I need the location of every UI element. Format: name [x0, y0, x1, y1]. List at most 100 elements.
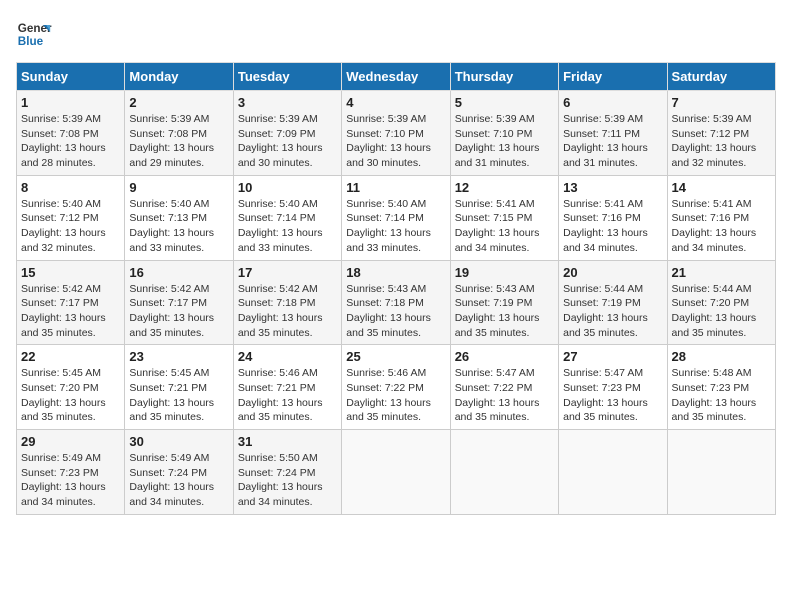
calendar-cell — [342, 430, 450, 515]
day-info: Sunrise: 5:48 AM Sunset: 7:23 PM Dayligh… — [672, 366, 771, 425]
daylight-hours: Daylight: 13 hours and 35 minutes. — [238, 312, 323, 339]
day-number: 11 — [346, 180, 445, 195]
calendar-cell: 30 Sunrise: 5:49 AM Sunset: 7:24 PM Dayl… — [125, 430, 233, 515]
sunset-time: Sunset: 7:11 PM — [563, 128, 640, 140]
sunset-time: Sunset: 7:12 PM — [672, 128, 750, 140]
calendar-cell: 24 Sunrise: 5:46 AM Sunset: 7:21 PM Dayl… — [233, 345, 341, 430]
sunrise-time: Sunrise: 5:41 AM — [672, 198, 752, 210]
sunrise-time: Sunrise: 5:39 AM — [21, 113, 101, 125]
sunset-time: Sunset: 7:15 PM — [455, 212, 533, 224]
sunrise-time: Sunrise: 5:47 AM — [455, 367, 535, 379]
sunset-time: Sunset: 7:13 PM — [129, 212, 207, 224]
day-info: Sunrise: 5:39 AM Sunset: 7:09 PM Dayligh… — [238, 112, 337, 171]
sunrise-time: Sunrise: 5:45 AM — [21, 367, 101, 379]
day-info: Sunrise: 5:41 AM Sunset: 7:16 PM Dayligh… — [563, 197, 662, 256]
sunrise-time: Sunrise: 5:39 AM — [129, 113, 209, 125]
daylight-hours: Daylight: 13 hours and 35 minutes. — [563, 397, 648, 424]
day-number: 28 — [672, 349, 771, 364]
day-info: Sunrise: 5:44 AM Sunset: 7:19 PM Dayligh… — [563, 282, 662, 341]
sunset-time: Sunset: 7:10 PM — [346, 128, 424, 140]
sunrise-time: Sunrise: 5:42 AM — [129, 283, 209, 295]
calendar-cell — [450, 430, 558, 515]
day-info: Sunrise: 5:42 AM Sunset: 7:17 PM Dayligh… — [129, 282, 228, 341]
sunrise-time: Sunrise: 5:43 AM — [455, 283, 535, 295]
daylight-hours: Daylight: 13 hours and 33 minutes. — [238, 227, 323, 254]
sunrise-time: Sunrise: 5:49 AM — [21, 452, 101, 464]
calendar-cell: 5 Sunrise: 5:39 AM Sunset: 7:10 PM Dayli… — [450, 91, 558, 176]
sunset-time: Sunset: 7:12 PM — [21, 212, 99, 224]
daylight-hours: Daylight: 13 hours and 30 minutes. — [346, 142, 431, 169]
day-number: 29 — [21, 434, 120, 449]
calendar-cell: 10 Sunrise: 5:40 AM Sunset: 7:14 PM Dayl… — [233, 175, 341, 260]
day-info: Sunrise: 5:45 AM Sunset: 7:20 PM Dayligh… — [21, 366, 120, 425]
day-info: Sunrise: 5:46 AM Sunset: 7:22 PM Dayligh… — [346, 366, 445, 425]
calendar-cell: 27 Sunrise: 5:47 AM Sunset: 7:23 PM Dayl… — [559, 345, 667, 430]
day-number: 4 — [346, 95, 445, 110]
sunrise-time: Sunrise: 5:44 AM — [672, 283, 752, 295]
sunset-time: Sunset: 7:19 PM — [563, 297, 641, 309]
day-number: 8 — [21, 180, 120, 195]
sunset-time: Sunset: 7:09 PM — [238, 128, 316, 140]
daylight-hours: Daylight: 13 hours and 34 minutes. — [455, 227, 540, 254]
calendar-cell: 26 Sunrise: 5:47 AM Sunset: 7:22 PM Dayl… — [450, 345, 558, 430]
sunset-time: Sunset: 7:16 PM — [672, 212, 750, 224]
column-header-tuesday: Tuesday — [233, 63, 341, 91]
calendar-cell: 28 Sunrise: 5:48 AM Sunset: 7:23 PM Dayl… — [667, 345, 775, 430]
daylight-hours: Daylight: 13 hours and 33 minutes. — [346, 227, 431, 254]
daylight-hours: Daylight: 13 hours and 34 minutes. — [129, 481, 214, 508]
sunrise-time: Sunrise: 5:40 AM — [346, 198, 426, 210]
sunset-time: Sunset: 7:10 PM — [455, 128, 533, 140]
calendar-cell: 17 Sunrise: 5:42 AM Sunset: 7:18 PM Dayl… — [233, 260, 341, 345]
logo: General Blue — [16, 16, 56, 52]
calendar-cell: 29 Sunrise: 5:49 AM Sunset: 7:23 PM Dayl… — [17, 430, 125, 515]
day-info: Sunrise: 5:42 AM Sunset: 7:17 PM Dayligh… — [21, 282, 120, 341]
day-info: Sunrise: 5:39 AM Sunset: 7:08 PM Dayligh… — [129, 112, 228, 171]
sunset-time: Sunset: 7:08 PM — [129, 128, 207, 140]
day-number: 20 — [563, 265, 662, 280]
sunrise-time: Sunrise: 5:39 AM — [672, 113, 752, 125]
sunset-time: Sunset: 7:23 PM — [563, 382, 641, 394]
daylight-hours: Daylight: 13 hours and 32 minutes. — [672, 142, 757, 169]
sunset-time: Sunset: 7:14 PM — [346, 212, 424, 224]
day-info: Sunrise: 5:40 AM Sunset: 7:12 PM Dayligh… — [21, 197, 120, 256]
sunrise-time: Sunrise: 5:41 AM — [563, 198, 643, 210]
day-number: 25 — [346, 349, 445, 364]
calendar-cell: 18 Sunrise: 5:43 AM Sunset: 7:18 PM Dayl… — [342, 260, 450, 345]
day-number: 12 — [455, 180, 554, 195]
sunrise-time: Sunrise: 5:42 AM — [238, 283, 318, 295]
daylight-hours: Daylight: 13 hours and 34 minutes. — [563, 227, 648, 254]
day-number: 27 — [563, 349, 662, 364]
header: General Blue — [16, 16, 776, 52]
calendar-cell: 7 Sunrise: 5:39 AM Sunset: 7:12 PM Dayli… — [667, 91, 775, 176]
sunrise-time: Sunrise: 5:39 AM — [455, 113, 535, 125]
calendar-cell: 13 Sunrise: 5:41 AM Sunset: 7:16 PM Dayl… — [559, 175, 667, 260]
daylight-hours: Daylight: 13 hours and 35 minutes. — [21, 312, 106, 339]
sunrise-time: Sunrise: 5:45 AM — [129, 367, 209, 379]
sunrise-time: Sunrise: 5:41 AM — [455, 198, 535, 210]
sunset-time: Sunset: 7:23 PM — [672, 382, 750, 394]
calendar-cell: 3 Sunrise: 5:39 AM Sunset: 7:09 PM Dayli… — [233, 91, 341, 176]
column-header-sunday: Sunday — [17, 63, 125, 91]
day-number: 2 — [129, 95, 228, 110]
day-number: 5 — [455, 95, 554, 110]
sunset-time: Sunset: 7:20 PM — [21, 382, 99, 394]
day-info: Sunrise: 5:39 AM Sunset: 7:11 PM Dayligh… — [563, 112, 662, 171]
calendar-cell: 19 Sunrise: 5:43 AM Sunset: 7:19 PM Dayl… — [450, 260, 558, 345]
daylight-hours: Daylight: 13 hours and 33 minutes. — [129, 227, 214, 254]
sunrise-time: Sunrise: 5:43 AM — [346, 283, 426, 295]
column-header-saturday: Saturday — [667, 63, 775, 91]
day-info: Sunrise: 5:39 AM Sunset: 7:10 PM Dayligh… — [346, 112, 445, 171]
calendar-cell: 4 Sunrise: 5:39 AM Sunset: 7:10 PM Dayli… — [342, 91, 450, 176]
calendar-cell: 21 Sunrise: 5:44 AM Sunset: 7:20 PM Dayl… — [667, 260, 775, 345]
daylight-hours: Daylight: 13 hours and 29 minutes. — [129, 142, 214, 169]
column-headers: SundayMondayTuesdayWednesdayThursdayFrid… — [17, 63, 776, 91]
sunset-time: Sunset: 7:20 PM — [672, 297, 750, 309]
day-number: 15 — [21, 265, 120, 280]
daylight-hours: Daylight: 13 hours and 34 minutes. — [672, 227, 757, 254]
daylight-hours: Daylight: 13 hours and 34 minutes. — [238, 481, 323, 508]
day-number: 19 — [455, 265, 554, 280]
day-info: Sunrise: 5:43 AM Sunset: 7:19 PM Dayligh… — [455, 282, 554, 341]
day-number: 9 — [129, 180, 228, 195]
sunset-time: Sunset: 7:19 PM — [455, 297, 533, 309]
daylight-hours: Daylight: 13 hours and 35 minutes. — [129, 397, 214, 424]
